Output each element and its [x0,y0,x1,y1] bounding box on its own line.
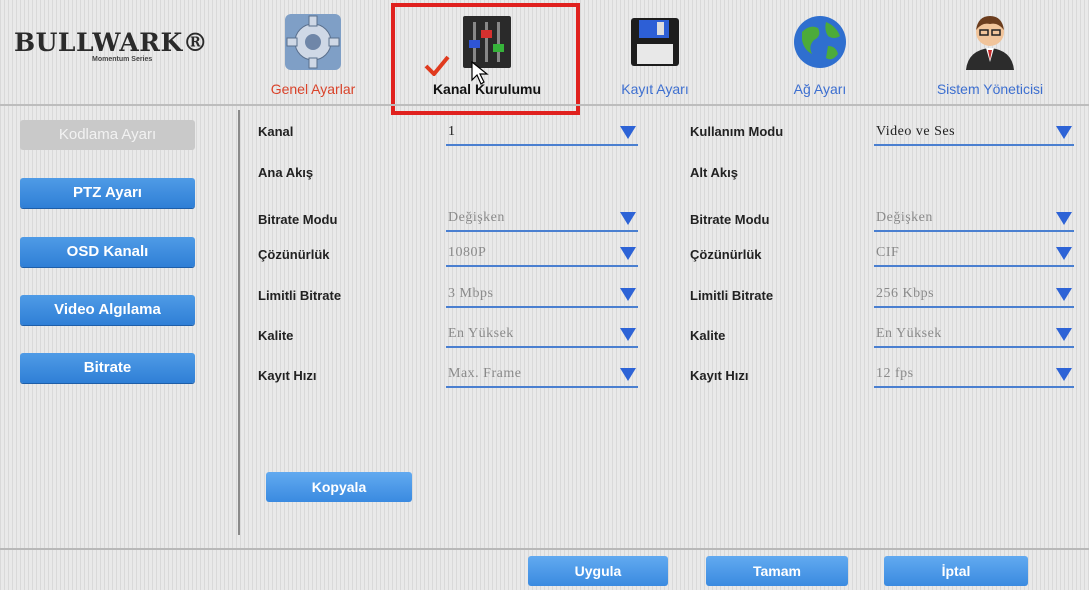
dropdown-arrow-icon [1056,126,1072,139]
dropdown-arrow-icon [1056,368,1072,381]
kullanim-modu-value: Video ve Ses [876,124,956,139]
ana-akis-heading: Ana Akış [258,165,314,180]
iptal-button[interactable]: İptal [884,556,1028,586]
kopyala-button[interactable]: Kopyala [266,472,412,502]
admin-user-icon [966,16,1014,70]
uygula-button[interactable]: Uygula [528,556,668,586]
dropdown-arrow-icon [1056,328,1072,341]
red-highlight-box [391,3,580,115]
content-divider [238,110,240,535]
alt-akis-heading: Alt Akış [690,165,738,180]
ana-kalite-select[interactable]: En Yüksek [446,324,638,348]
kanal-value: 1 [448,124,456,139]
logo-subtitle: Momentum Series [92,56,153,63]
ana-cozunurluk-select[interactable]: 1080P [446,243,638,267]
menu-divider [0,104,1089,106]
tamam-button[interactable]: Tamam [706,556,848,586]
alt-limitli-bitrate-select[interactable]: 256 Kbps [874,284,1074,308]
floppy-disk-icon [631,18,679,66]
sidebar-item-ptz-ayari[interactable]: PTZ Ayarı [20,178,195,208]
select-value: Max. Frame [448,366,522,381]
sidebar-item-video-algilama[interactable]: Video Algılama [20,295,195,325]
kanal-select[interactable]: 1 [446,122,638,146]
tab-label: Genel Ayarlar [270,81,356,97]
ana-kayit-hizi-label: Kayıt Hızı [258,368,317,383]
tab-label: Sistem Yöneticisi [936,81,1044,97]
sidebar-item-kodlama-ayari[interactable]: Kodlama Ayarı [20,120,195,150]
kanal-label: Kanal [258,124,294,139]
select-value: 1080P [448,245,487,260]
alt-kalite-label: Kalite [690,328,726,343]
alt-kayit-hizi-label: Kayıt Hızı [690,368,749,383]
sidebar-item-bitrate[interactable]: Bitrate [20,353,195,383]
select-value: Değişken [448,210,505,225]
alt-kalite-select[interactable]: En Yüksek [874,324,1074,348]
alt-cozunurluk-select[interactable]: CIF [874,243,1074,267]
alt-kayit-hizi-select[interactable]: 12 fps [874,364,1074,388]
select-value: 12 fps [876,366,914,381]
alt-bitrate-modu-select[interactable]: Değişken [874,208,1074,232]
select-value: En Yüksek [448,326,514,341]
ana-cozunurluk-label: Çözünürlük [258,247,330,262]
dropdown-arrow-icon [620,247,636,260]
logo-text: BULLWARK® [14,28,209,57]
dropdown-arrow-icon [1056,212,1072,225]
brand-logo: BULLWARK® Momentum Series [14,28,208,78]
tab-label: Ağ Ayarı [793,81,847,97]
alt-limitli-bitrate-label: Limitli Bitrate [690,288,774,303]
alt-bitrate-modu-label: Bitrate Modu [690,212,770,227]
ana-limitli-bitrate-select[interactable]: 3 Mbps [446,284,638,308]
dropdown-arrow-icon [620,126,636,139]
dvr-settings-screen: BULLWARK® Momentum Series Genel Ayarlar [0,0,1089,590]
tab-ag-ayari[interactable]: Ağ Ayarı [760,10,880,102]
select-value: 3 Mbps [448,286,494,301]
select-value: En Yüksek [876,326,942,341]
ana-kalite-label: Kalite [258,328,294,343]
alt-cozunurluk-label: Çözünürlük [690,247,762,262]
dropdown-arrow-icon [1056,247,1072,260]
select-value: CIF [876,245,900,260]
footer-divider [0,548,1089,550]
dropdown-arrow-icon [620,368,636,381]
tab-genel-ayarlar[interactable]: Genel Ayarlar [248,10,378,102]
tab-sistem-yoneticisi[interactable]: Sistem Yöneticisi [910,10,1070,102]
ana-limitli-bitrate-label: Limitli Bitrate [258,288,342,303]
kullanim-modu-select[interactable]: Video ve Ses [874,122,1074,146]
dropdown-arrow-icon [620,288,636,301]
dropdown-arrow-icon [620,212,636,225]
ana-bitrate-modu-select[interactable]: Değişken [446,208,638,232]
select-value: 256 Kbps [876,286,935,301]
select-value: Değişken [876,210,933,225]
dropdown-arrow-icon [620,328,636,341]
tab-label: Kayıt Ayarı [621,81,689,97]
globe-icon [794,16,846,68]
sidebar-item-osd-kanali[interactable]: OSD Kanalı [20,237,195,267]
kullanim-modu-label: Kullanım Modu [690,124,784,139]
ana-bitrate-modu-label: Bitrate Modu [258,212,338,227]
gear-icon [285,14,341,70]
ana-kayit-hizi-select[interactable]: Max. Frame [446,364,638,388]
tab-kayit-ayari[interactable]: Kayıt Ayarı [595,10,715,102]
dropdown-arrow-icon [1056,288,1072,301]
